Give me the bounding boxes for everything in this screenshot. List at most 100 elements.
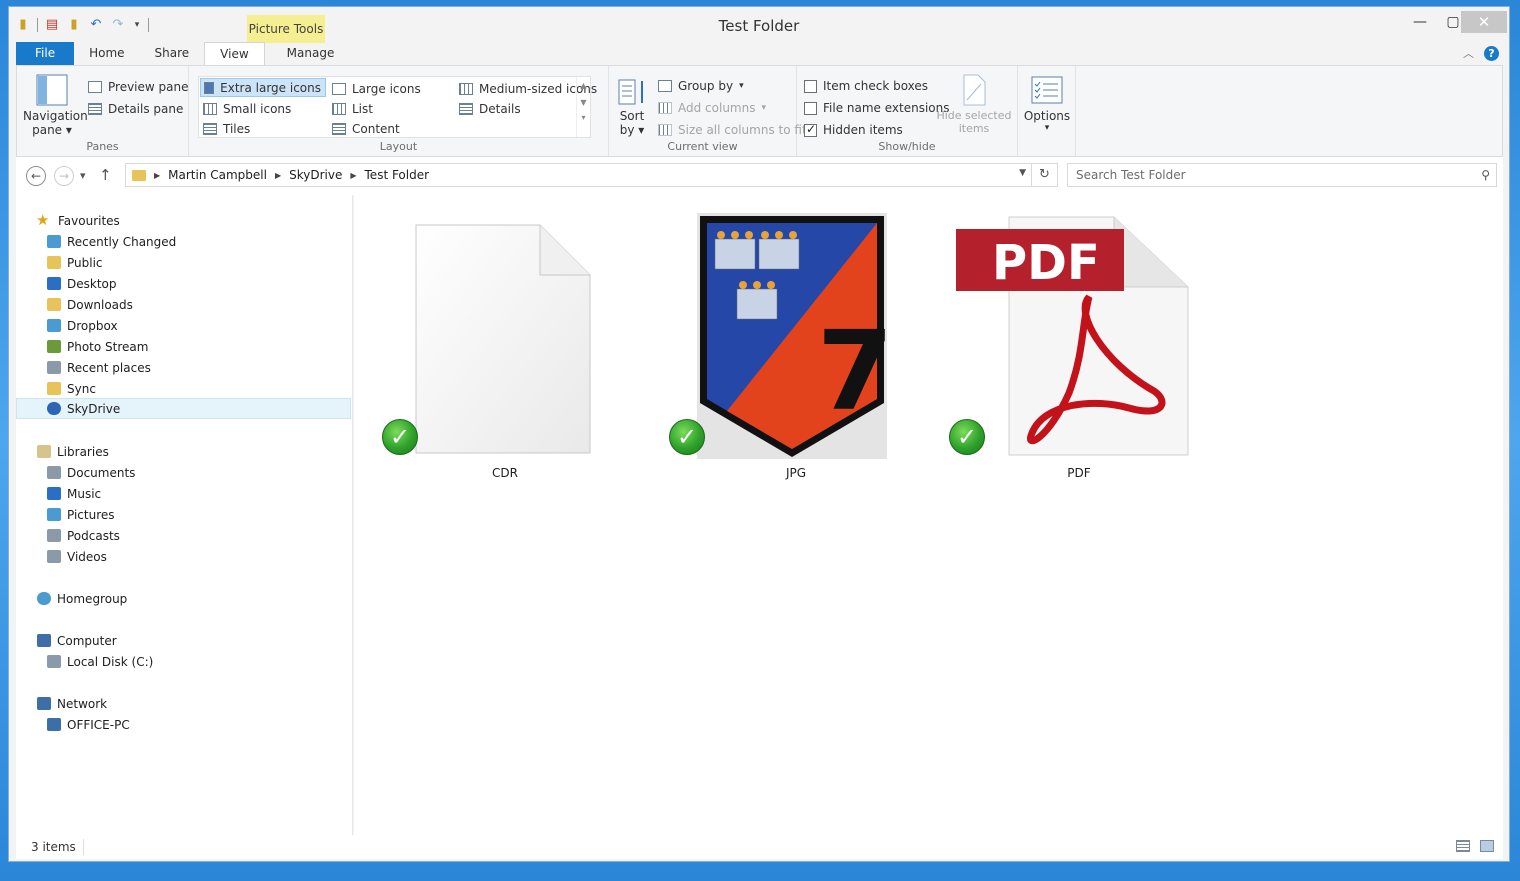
nav-public[interactable]: Public — [16, 252, 351, 273]
gallery-more-icon[interactable]: ▾ — [577, 113, 590, 122]
file-name-extensions-toggle[interactable]: File name extensions — [804, 101, 950, 115]
layout-gallery-scroll[interactable]: ▲ ▼ ▾ — [576, 77, 590, 137]
file-item-jpg[interactable]: 7 ✓ JPG — [669, 213, 911, 480]
layout-tiles[interactable]: Tiles — [200, 119, 254, 138]
add-columns-button[interactable]: Add columns ▾ — [658, 101, 766, 115]
forward-button[interactable]: → — [54, 166, 74, 186]
layout-extra-large-icons[interactable]: Extra large icons — [200, 78, 326, 97]
hidden-items-checkbox[interactable] — [804, 122, 817, 137]
pdf-document-icon: PDF — [956, 216, 1189, 456]
search-icon[interactable]: ⚲ — [1481, 164, 1490, 186]
nav-music[interactable]: Music — [16, 483, 351, 504]
nav-downloads[interactable]: Downloads — [16, 294, 351, 315]
dropdown-icon: ▾ — [761, 103, 767, 113]
nav-recently-changed[interactable]: Recently Changed — [16, 231, 351, 252]
scroll-down-icon[interactable]: ▼ — [577, 98, 590, 107]
nav-sync[interactable]: Sync — [16, 378, 351, 399]
recent-locations-icon[interactable]: ▾ — [80, 169, 86, 182]
add-columns-label: Add columns — [678, 101, 756, 115]
file-item-cdr[interactable]: ✓ CDR — [382, 213, 620, 480]
podcasts-icon — [47, 529, 61, 542]
options-button[interactable]: Options ▾ — [1022, 76, 1072, 133]
scroll-up-icon[interactable]: ▲ — [577, 81, 590, 90]
tab-manage[interactable]: Manage — [265, 42, 351, 65]
nav-label: Music — [67, 486, 102, 501]
layout-large-icons[interactable]: Large icons — [329, 79, 425, 98]
nav-videos[interactable]: Videos — [16, 546, 351, 567]
layout-details[interactable]: Details — [456, 99, 525, 118]
file-item-pdf[interactable]: PDF ✓ PDF — [949, 213, 1194, 480]
layout-small-icons[interactable]: Small icons — [200, 99, 295, 118]
large-icons-icon — [332, 82, 346, 95]
sync-status-check-icon: ✓ — [382, 419, 418, 455]
nav-favourites[interactable]: ★ Favourites — [16, 210, 351, 231]
list-icon — [332, 102, 346, 115]
search-input[interactable]: Search Test Folder ⚲ — [1067, 163, 1497, 187]
nav-skydrive[interactable]: SkyDrive — [16, 398, 351, 419]
details-view-icon[interactable] — [1456, 840, 1470, 852]
nav-label: Dropbox — [67, 318, 118, 333]
breadcrumb-martin-campbell[interactable]: Martin Campbell — [168, 168, 267, 182]
nav-desktop[interactable]: Desktop — [16, 273, 351, 294]
minimize-ribbon-icon[interactable]: ︿ — [1463, 45, 1474, 61]
refresh-button[interactable]: ↻ — [1032, 163, 1058, 187]
group-by-button[interactable]: Group by ▾ — [658, 79, 744, 93]
chevron-right-icon[interactable]: ▶ — [350, 171, 356, 180]
up-icon[interactable]: ↑ — [99, 166, 112, 184]
nav-network[interactable]: Network — [16, 693, 351, 714]
layout-label: Tiles — [223, 121, 251, 136]
breadcrumb-skydrive[interactable]: SkyDrive — [289, 168, 342, 182]
nav-libraries[interactable]: Libraries — [16, 441, 351, 462]
large-icons-view-icon[interactable] — [1480, 840, 1494, 852]
sort-by-icon — [618, 79, 643, 105]
close-button[interactable]: ✕ — [1461, 11, 1507, 33]
layout-gallery: Extra large icons Large icons Medium-siz… — [198, 76, 597, 138]
status-separator — [83, 839, 84, 855]
address-bar[interactable]: ▶ Martin Campbell ▶ SkyDrive ▶ Test Fold… — [125, 163, 1032, 187]
back-button[interactable]: ← — [26, 166, 46, 186]
item-check-boxes-toggle[interactable]: Item check boxes — [804, 79, 928, 93]
chevron-right-icon[interactable]: ▶ — [154, 171, 160, 180]
folder-icon — [47, 382, 61, 395]
help-icon[interactable]: ? — [1484, 45, 1499, 61]
nav-pictures[interactable]: Pictures — [16, 504, 351, 525]
details-icon — [459, 102, 473, 115]
small-icons-icon — [203, 102, 217, 115]
minimize-button[interactable]: — — [1404, 11, 1436, 33]
nav-recent-places[interactable]: Recent places — [16, 357, 351, 378]
nav-homegroup[interactable]: Homegroup — [16, 588, 351, 609]
sort-by-button[interactable]: Sort by ▾ — [615, 78, 649, 137]
videos-icon — [47, 550, 61, 563]
preview-pane-button[interactable]: Preview pane — [88, 80, 188, 94]
dropbox-icon — [47, 319, 61, 332]
nav-podcasts[interactable]: Podcasts — [16, 525, 351, 546]
nav-office-pc[interactable]: OFFICE-PC — [16, 714, 351, 735]
item-check-boxes-checkbox[interactable] — [804, 79, 817, 93]
navigation-pane-button[interactable]: Navigation pane ▾ — [23, 74, 88, 137]
nav-label: Public — [67, 255, 103, 270]
recent-icon — [47, 235, 61, 248]
hidden-items-toggle[interactable]: Hidden items — [804, 122, 903, 137]
hide-selected-items-button[interactable]: Hide selected items — [936, 74, 1012, 135]
nav-documents[interactable]: Documents — [16, 462, 351, 483]
tab-home[interactable]: Home — [74, 42, 139, 65]
nav-photo-stream[interactable]: Photo Stream — [16, 336, 351, 357]
nav-dropbox[interactable]: Dropbox — [16, 315, 351, 336]
layout-content[interactable]: Content — [329, 119, 404, 138]
address-dropdown-icon[interactable]: ▼ — [1019, 168, 1026, 178]
tab-file[interactable]: File — [16, 42, 75, 65]
navigation-pane: ★ Favourites Recently Changed Public Des… — [16, 195, 353, 835]
nav-local-disk[interactable]: Local Disk (C:) — [16, 651, 351, 672]
tab-share[interactable]: Share — [140, 42, 205, 65]
skydrive-icon — [47, 402, 61, 415]
nav-label: Favourites — [58, 213, 120, 228]
details-pane-button[interactable]: Details pane — [88, 102, 183, 116]
chevron-right-icon[interactable]: ▶ — [275, 171, 281, 180]
layout-list[interactable]: List — [329, 99, 377, 118]
nav-computer[interactable]: Computer — [16, 630, 351, 651]
search-placeholder: Search Test Folder — [1076, 168, 1186, 182]
breadcrumb-test-folder[interactable]: Test Folder — [365, 168, 430, 182]
tab-view[interactable]: View — [204, 42, 265, 65]
size-all-columns-button[interactable]: Size all columns to fit — [658, 123, 807, 137]
file-name-extensions-checkbox[interactable] — [804, 101, 817, 115]
